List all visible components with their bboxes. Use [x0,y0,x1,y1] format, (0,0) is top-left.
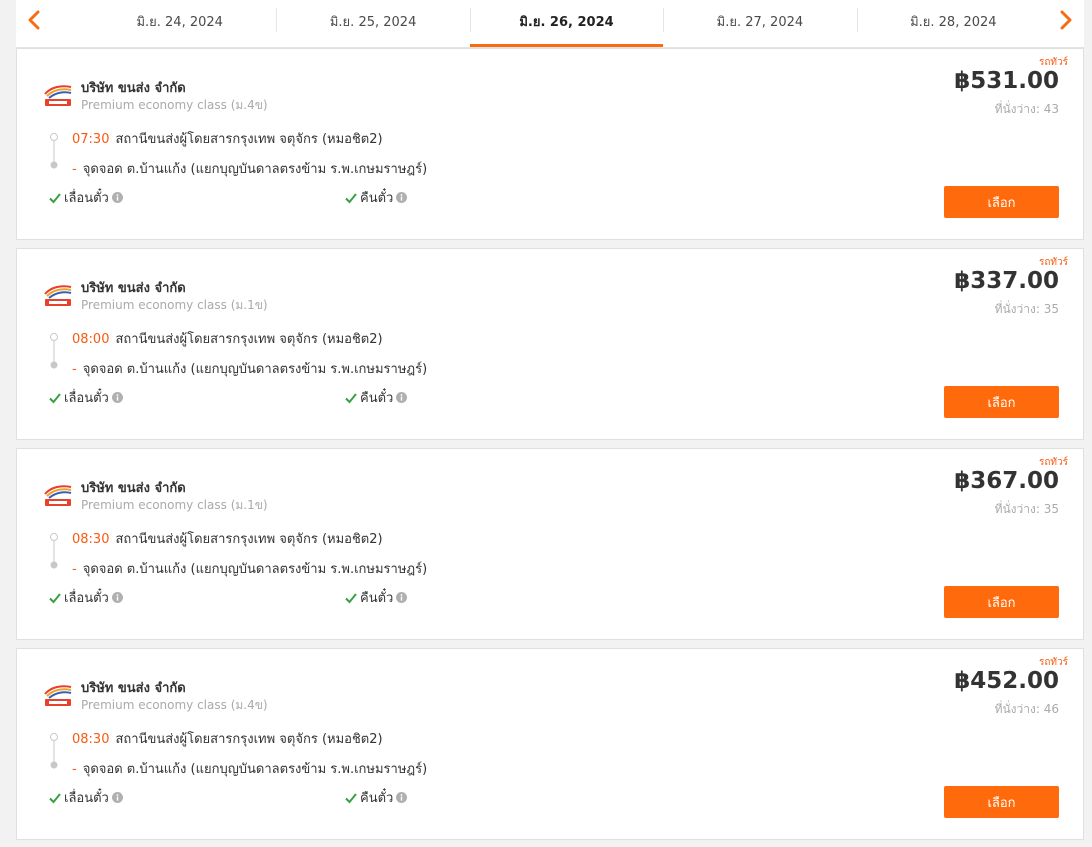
arrival-station: จุดจอด ต.บ้านแก้ง (แยกบุญบันดาลตรงข้าม ร… [82,562,428,577]
refund-label: คืนตั๋ว [360,391,394,406]
departure-time: 07:30 [72,132,110,147]
date-tab[interactable]: มิ.ย. 27, 2024 [663,0,856,47]
reschedule-feature: เลื่อนตั๋ว [49,787,123,808]
arrival-row: - จุดจอด ต.บ้านแก้ง (แยกบุญบันดาลตรงข้าม … [72,558,427,579]
seats-available: ที่นั่งว่าง: 46 [994,702,1059,716]
check-icon [345,192,357,203]
check-icon [49,592,61,603]
reschedule-label: เลื่อนตั๋ว [64,391,109,406]
select-trip-button[interactable]: เลือก [944,386,1059,418]
info-icon[interactable] [111,592,123,603]
arrival-row: - จุดจอด ต.บ้านแก้ง (แยกบุญบันดาลตรงข้าม … [72,358,427,379]
arrival-station: จุดจอด ต.บ้านแก้ง (แยกบุญบันดาลตรงข้าม ร… [82,762,428,777]
bus-class: Premium economy class (ม.4ข) [81,98,268,112]
trip-card: รถทัวร์ บริษัท ขนส่ง จำกัด Premium econo… [16,48,1084,240]
check-icon [345,792,357,803]
ticket-price: ฿367.00 [954,468,1059,494]
info-icon[interactable] [396,792,408,803]
route-line-icon [50,333,58,369]
arrival-station: จุดจอด ต.บ้านแก้ง (แยกบุญบันดาลตรงข้าม ร… [82,162,428,177]
reschedule-feature: เลื่อนตั๋ว [49,587,123,608]
date-selector-bar: มิ.ย. 24, 2024 มิ.ย. 25, 2024 มิ.ย. 26, … [16,0,1084,48]
arrival-dash: - [72,762,77,777]
refund-label: คืนตั๋ว [360,191,394,206]
check-icon [49,792,61,803]
company-name: บริษัท ขนส่ง จำกัด [81,281,186,296]
departure-row: 08:00 สถานีขนส่งผู้โดยสารกรุงเทพ จตุจักร … [72,328,383,349]
bus-company-logo [44,485,72,506]
reschedule-feature: เลื่อนตั๋ว [49,387,123,408]
check-icon [345,392,357,403]
departure-time: 08:00 [72,332,110,347]
departure-row: 08:30 สถานีขนส่งผู้โดยสารกรุงเทพ จตุจักร … [72,728,383,749]
date-tab[interactable]: มิ.ย. 25, 2024 [276,0,469,47]
chevron-left-icon[interactable] [22,7,46,33]
info-icon[interactable] [396,592,408,603]
ticket-price: ฿531.00 [954,68,1059,94]
info-icon[interactable] [111,392,123,403]
check-icon [49,192,61,203]
bus-class: Premium economy class (ม.1ข) [81,298,268,312]
arrival-row: - จุดจอด ต.บ้านแก้ง (แยกบุญบันดาลตรงข้าม … [72,158,427,179]
arrival-station: จุดจอด ต.บ้านแก้ง (แยกบุญบันดาลตรงข้าม ร… [82,362,428,377]
reschedule-feature: เลื่อนตั๋ว [49,187,123,208]
info-icon[interactable] [111,792,123,803]
ticket-price: ฿452.00 [954,668,1059,694]
bus-company-logo [44,685,72,706]
company-name: บริษัท ขนส่ง จำกัด [81,681,186,696]
reschedule-label: เลื่อนตั๋ว [64,191,109,206]
info-icon[interactable] [396,392,408,403]
info-icon[interactable] [396,192,408,203]
departure-station: สถานีขนส่งผู้โดยสารกรุงเทพ จตุจักร (หมอช… [115,532,383,547]
seats-available: ที่นั่งว่าง: 43 [994,102,1059,116]
check-icon [49,392,61,403]
bus-class: Premium economy class (ม.4ข) [81,698,268,712]
departure-time: 08:30 [72,732,110,747]
date-tab[interactable]: มิ.ย. 28, 2024 [856,0,1050,47]
check-icon [345,592,357,603]
departure-station: สถานีขนส่งผู้โดยสารกรุงเทพ จตุจักร (หมอช… [115,732,383,747]
bus-class: Premium economy class (ม.1ข) [81,498,268,512]
date-tab[interactable]: มิ.ย. 24, 2024 [83,0,276,47]
departure-station: สถานีขนส่งผู้โดยสารกรุงเทพ จตุจักร (หมอช… [115,332,383,347]
ticket-price: ฿337.00 [954,268,1059,294]
chevron-right-icon[interactable] [1054,7,1078,33]
select-trip-button[interactable]: เลือก [944,186,1059,218]
route-line-icon [50,133,58,169]
company-name: บริษัท ขนส่ง จำกัด [81,81,186,96]
company-name: บริษัท ขนส่ง จำกัด [81,481,186,496]
refund-label: คืนตั๋ว [360,791,394,806]
bus-company-logo [44,85,72,106]
reschedule-label: เลื่อนตั๋ว [64,791,109,806]
select-trip-button[interactable]: เลือก [944,786,1059,818]
trip-card: รถทัวร์ บริษัท ขนส่ง จำกัด Premium econo… [16,648,1084,840]
seats-available: ที่นั่งว่าง: 35 [994,302,1059,316]
refund-feature: คืนตั๋ว [345,587,408,608]
reschedule-label: เลื่อนตั๋ว [64,591,109,606]
departure-row: 08:30 สถานีขนส่งผู้โดยสารกรุงเทพ จตุจักร … [72,528,383,549]
arrival-row: - จุดจอด ต.บ้านแก้ง (แยกบุญบันดาลตรงข้าม … [72,758,427,779]
route-line-icon [50,533,58,569]
arrival-dash: - [72,362,77,377]
date-tab-active[interactable]: มิ.ย. 26, 2024 [469,0,664,47]
departure-time: 08:30 [72,532,110,547]
seats-available: ที่นั่งว่าง: 35 [994,502,1059,516]
select-trip-button[interactable]: เลือก [944,586,1059,618]
arrival-dash: - [72,562,77,577]
departure-station: สถานีขนส่งผู้โดยสารกรุงเทพ จตุจักร (หมอช… [115,132,383,147]
trip-card: รถทัวร์ บริษัท ขนส่ง จำกัด Premium econo… [16,448,1084,640]
trip-card: รถทัวร์ บริษัท ขนส่ง จำกัด Premium econo… [16,248,1084,440]
refund-label: คืนตั๋ว [360,591,394,606]
date-tabs: มิ.ย. 24, 2024 มิ.ย. 25, 2024 มิ.ย. 26, … [83,0,1050,47]
refund-feature: คืนตั๋ว [345,187,408,208]
bus-company-logo [44,285,72,306]
refund-feature: คืนตั๋ว [345,787,408,808]
arrival-dash: - [72,162,77,177]
route-line-icon [50,733,58,769]
info-icon[interactable] [111,192,123,203]
departure-row: 07:30 สถานีขนส่งผู้โดยสารกรุงเทพ จตุจักร … [72,128,383,149]
refund-feature: คืนตั๋ว [345,387,408,408]
